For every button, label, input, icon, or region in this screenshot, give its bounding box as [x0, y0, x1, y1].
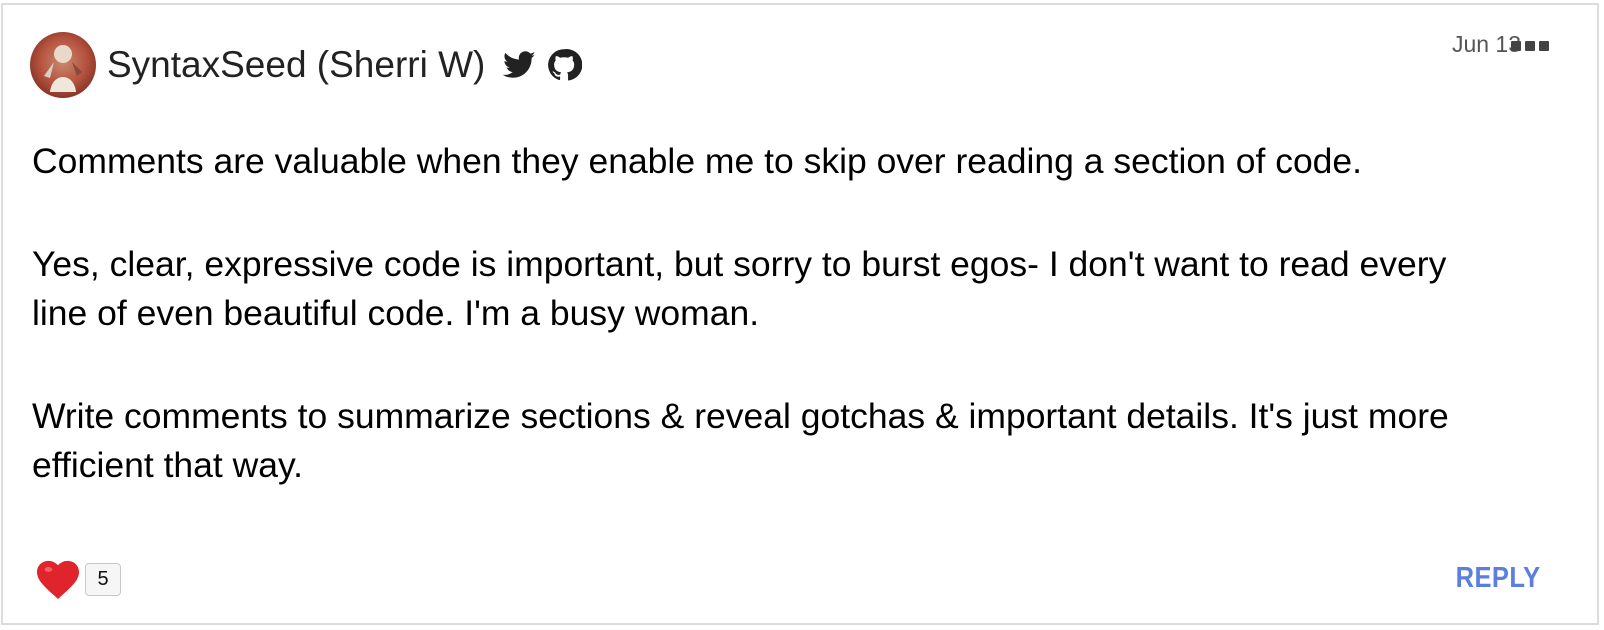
comment-card: SyntaxSeed (Sherri W) Jun 13 Comments ar… — [1, 3, 1599, 625]
comment-body: Comments are valuable when they enable m… — [32, 137, 1482, 544]
more-options-icon[interactable] — [1511, 41, 1551, 55]
comment-paragraph: Write comments to summarize sections & r… — [32, 396, 1449, 485]
github-icon[interactable] — [546, 47, 583, 83]
reply-button[interactable]: REPLY — [1456, 562, 1541, 595]
heart-icon[interactable] — [35, 558, 81, 600]
twitter-icon[interactable] — [501, 47, 537, 83]
comment-paragraph: Comments are valuable when they enable m… — [32, 141, 1363, 181]
avatar[interactable] — [30, 32, 96, 98]
author-name[interactable]: SyntaxSeed (Sherri W) — [107, 42, 485, 88]
reaction-count[interactable]: 5 — [85, 563, 121, 596]
comment-paragraph: Yes, clear, expressive code is important… — [32, 244, 1447, 333]
